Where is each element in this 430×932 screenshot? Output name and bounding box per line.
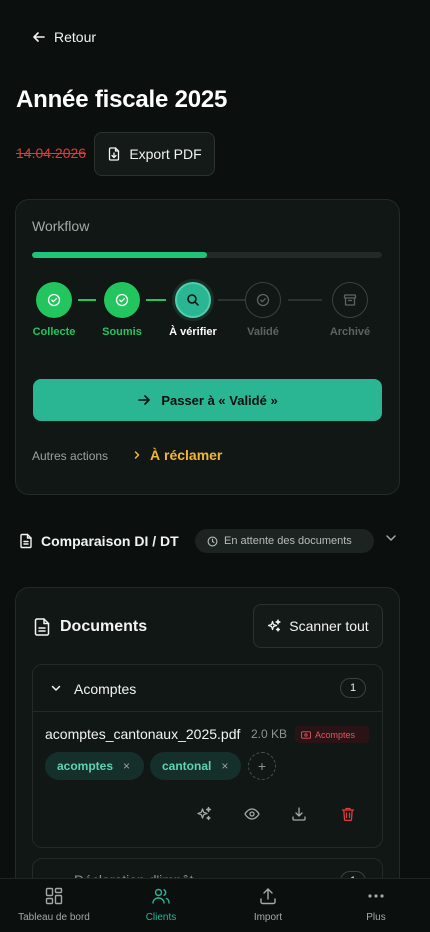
download-icon[interactable] <box>291 806 307 822</box>
step-soumis-dot[interactable] <box>104 282 140 318</box>
group-divider <box>33 711 382 712</box>
workflow-title: Workflow <box>32 218 90 234</box>
eye-icon[interactable] <box>244 806 260 822</box>
scan-all-button[interactable]: Scanner tout <box>253 604 383 648</box>
trash-icon[interactable] <box>340 806 356 822</box>
nav-label: Import <box>253 912 283 923</box>
comparison-status-badge: En attente des documents <box>195 529 374 553</box>
check-circle-icon <box>256 293 270 307</box>
users-icon <box>152 888 170 904</box>
back-link[interactable]: Retour <box>32 29 96 45</box>
tag-chip-label: cantonal <box>162 759 212 773</box>
arrow-left-icon <box>33 32 45 42</box>
nav-item-more[interactable]: Plus <box>341 886 411 923</box>
comparison-title[interactable]: Comparaison DI / DT <box>41 533 179 549</box>
archive-icon <box>343 294 357 306</box>
tag-chip-acomptes: acomptes × <box>45 752 144 780</box>
chevron-down-icon[interactable] <box>384 531 398 545</box>
check-circle-icon <box>47 293 61 307</box>
advance-to-valide-button[interactable]: Passer à « Validé » <box>33 379 382 421</box>
step-a-verifier-label: À vérifier <box>169 326 217 338</box>
nav-label: Clients <box>145 912 177 923</box>
nav-label: Plus <box>366 912 386 923</box>
more-horizontal-icon <box>368 894 384 898</box>
nav-item-dashboard[interactable]: Tableau de bord <box>12 886 96 923</box>
reclaim-label: À réclamer <box>150 447 223 463</box>
scan-all-label: Scanner tout <box>289 618 369 634</box>
remove-tag-button[interactable]: × <box>221 759 228 773</box>
step-archive-dot[interactable] <box>332 282 368 318</box>
step-connector <box>288 299 322 301</box>
add-tag-button[interactable]: + <box>248 752 276 780</box>
remove-tag-button[interactable]: × <box>123 759 130 773</box>
file-size: 2.0 KB <box>251 727 288 741</box>
documents-title: Documents <box>60 618 148 635</box>
clock-icon <box>207 536 218 546</box>
page-title: Année fiscale 2025 <box>16 86 228 113</box>
back-label: Retour <box>54 29 97 45</box>
sparkles-icon[interactable] <box>196 806 212 822</box>
step-valide-dot[interactable] <box>245 282 281 318</box>
grid-icon <box>45 887 63 905</box>
other-actions-label: Autres actions <box>32 449 109 463</box>
file-category-tag: Acomptes <box>295 726 369 743</box>
step-collecte-label: Collecte <box>32 326 76 338</box>
advance-button-label: Passer à « Validé » <box>161 392 278 408</box>
export-pdf-label: Export PDF <box>129 146 202 162</box>
upload-icon <box>260 888 276 905</box>
step-connector <box>218 299 245 301</box>
file-compare-icon <box>20 533 32 549</box>
file-download-icon <box>109 147 120 161</box>
step-a-verifier-dot[interactable] <box>175 282 211 318</box>
step-connector <box>146 299 166 301</box>
step-soumis-label: Soumis <box>102 326 142 338</box>
nav-item-import[interactable]: Import <box>233 886 303 923</box>
step-valide-label: Validé <box>247 326 279 338</box>
sparkles-icon <box>268 619 281 632</box>
step-collecte-dot[interactable] <box>36 282 72 318</box>
workflow-progress-fill <box>32 252 207 258</box>
workflow-progress-bar <box>32 252 382 258</box>
file-name[interactable]: acomptes_cantonaux_2025.pdf <box>45 726 240 742</box>
file-category-label: Acomptes <box>315 729 356 740</box>
comparison-status-text: En attente des documents <box>224 535 352 547</box>
nav-item-clients[interactable]: Clients <box>126 886 196 923</box>
search-icon <box>187 294 199 306</box>
reclaim-action[interactable]: À réclamer <box>132 447 222 463</box>
tag-chip-cantonal: cantonal × <box>150 752 241 780</box>
tag-chip-label: acomptes <box>57 759 114 773</box>
arrow-right-icon <box>138 395 151 405</box>
struck-date: 14.04.2026 <box>16 145 87 161</box>
nav-label: Tableau de bord <box>18 912 90 923</box>
group-title[interactable]: Acomptes <box>74 681 136 697</box>
money-icon <box>301 730 311 739</box>
step-archive-label: Archivé <box>329 326 371 338</box>
document-icon <box>34 618 50 636</box>
group-count-badge: 1 <box>340 678 366 698</box>
chevron-right-icon <box>134 451 140 459</box>
export-pdf-button[interactable]: Export PDF <box>94 132 215 176</box>
check-circle-icon <box>115 293 129 307</box>
step-connector <box>78 299 96 301</box>
chevron-down-icon[interactable] <box>50 682 62 694</box>
